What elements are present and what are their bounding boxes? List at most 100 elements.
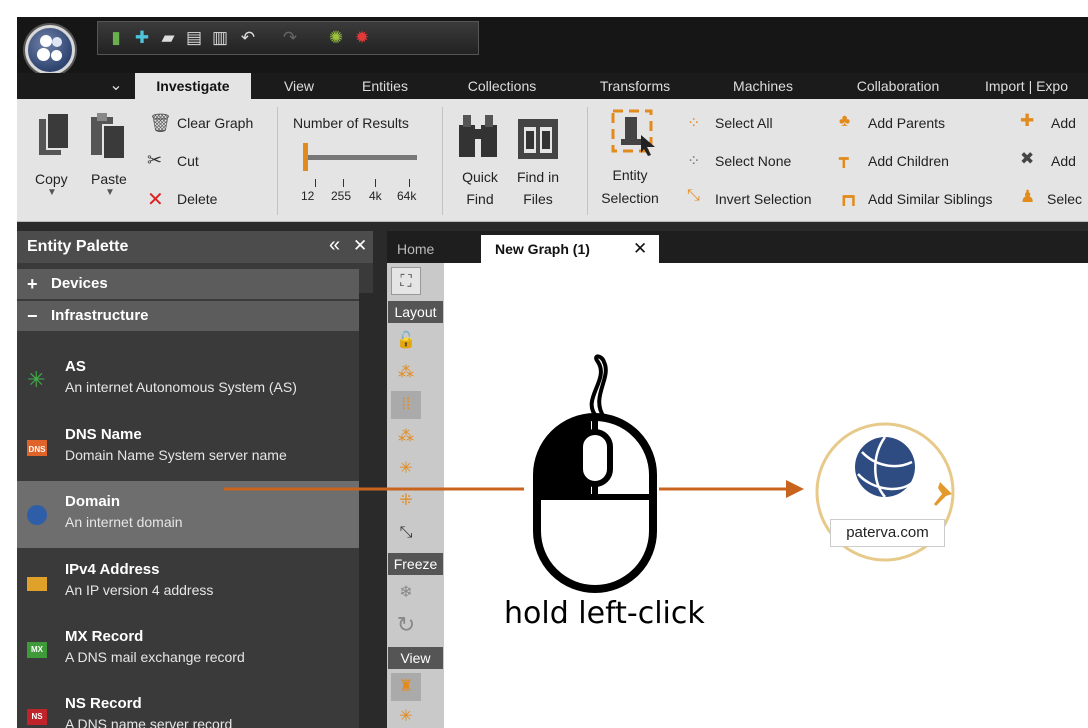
- circular-layout-icon[interactable]: ✳: [391, 455, 421, 483]
- collapse-category-icon: −: [27, 306, 38, 326]
- paste-dropdown-icon[interactable]: ▼: [105, 187, 115, 198]
- add-parents-button[interactable]: Add Parents: [868, 115, 945, 131]
- dns-icon: DNS: [27, 440, 47, 456]
- new-graph-icon[interactable]: ▮: [106, 28, 126, 48]
- undo-icon[interactable]: ↶: [238, 28, 258, 48]
- entity-selection-icon[interactable]: [611, 109, 659, 157]
- interactive-layout-icon[interactable]: ⤡: [391, 519, 421, 547]
- redo-icon[interactable]: ↷: [280, 28, 300, 48]
- results-slider-thumb[interactable]: [303, 143, 308, 171]
- tab-entities[interactable]: Entities: [347, 73, 423, 99]
- app-logo-icon[interactable]: [25, 25, 75, 75]
- delete-x-icon: ✕: [147, 189, 164, 211]
- item-title: DNS Name: [65, 426, 142, 443]
- palette-item-domain[interactable]: Domain An internet domain: [17, 481, 359, 548]
- tab-import-export[interactable]: Import | Expo: [985, 73, 1088, 99]
- item-subtitle: An internet domain: [65, 514, 183, 530]
- select-none-icon: ⁘: [687, 153, 701, 170]
- tab-new-graph[interactable]: New Graph (1) ✕: [481, 235, 659, 263]
- select-all-icon: ⁘: [687, 115, 701, 132]
- view-mode-icon[interactable]: ♜: [391, 673, 421, 701]
- title-bar: ▮ ✚ ▰ ▤ ▥ ↶ ↷ ✺ ✹: [17, 17, 1088, 75]
- block-layout-icon[interactable]: ⁂: [391, 359, 421, 387]
- find-in-files-label-2[interactable]: Files: [513, 191, 563, 207]
- category-label: Devices: [51, 275, 108, 292]
- tab-investigate[interactable]: Investigate: [135, 73, 251, 99]
- refresh-icon[interactable]: ↻: [391, 611, 421, 639]
- item-title: AS: [65, 358, 86, 375]
- paste-icon: [91, 113, 126, 160]
- add-children-icon: ┳: [839, 151, 849, 168]
- new-entity-icon[interactable]: ✚: [132, 28, 152, 48]
- tick-label: 255: [331, 189, 352, 203]
- save-icon[interactable]: ▤: [184, 28, 204, 48]
- select-none-button[interactable]: Select None: [715, 153, 791, 169]
- machine-icon[interactable]: ✹: [352, 28, 372, 48]
- palette-header: Entity Palette « ✕: [17, 231, 373, 263]
- view-layout-icon[interactable]: ✳: [391, 703, 421, 728]
- entity-node-label[interactable]: paterva.com: [830, 519, 945, 547]
- add-button-1[interactable]: Add: [1051, 115, 1076, 131]
- grid-layout-icon[interactable]: ⁞⁞: [391, 391, 421, 419]
- paste-button[interactable]: Paste: [91, 171, 127, 187]
- palette-item-ns-record[interactable]: NS NS Record A DNS name server record: [17, 683, 359, 728]
- entity-selection-label-1[interactable]: Entity: [609, 167, 651, 183]
- mx-icon: MX: [27, 642, 47, 658]
- tab-collections[interactable]: Collections: [449, 73, 555, 99]
- add-siblings-icon: ┏┓: [839, 189, 859, 206]
- organic-layout-icon[interactable]: ⁜: [391, 487, 421, 515]
- tab-label: New Graph (1): [495, 241, 590, 257]
- select-button[interactable]: Selec: [1047, 191, 1082, 207]
- item-title: Domain: [65, 493, 121, 510]
- category-infrastructure[interactable]: − Infrastructure: [17, 301, 359, 331]
- invert-selection-button[interactable]: Invert Selection: [715, 191, 812, 207]
- tab-home[interactable]: Home: [397, 241, 434, 257]
- add-button-2[interactable]: Add: [1051, 153, 1076, 169]
- palette-item-as[interactable]: ✳ AS An internet Autonomous System (AS): [17, 346, 359, 413]
- find-in-files-label-1[interactable]: Find in: [513, 169, 563, 185]
- expand-icon: +: [27, 274, 38, 294]
- copy-dropdown-icon[interactable]: ▼: [47, 187, 57, 198]
- transform-icon[interactable]: ✺: [326, 28, 346, 48]
- quick-find-label-2[interactable]: Find: [460, 191, 500, 207]
- document-tab-bar: Home New Graph (1) ✕: [387, 231, 1088, 263]
- fit-view-icon[interactable]: ⛶: [391, 267, 421, 295]
- close-icon[interactable]: ✕: [353, 236, 367, 256]
- open-folder-icon[interactable]: ▰: [158, 28, 178, 48]
- palette-item-dns-name[interactable]: DNS DNS Name Domain Name System server n…: [17, 414, 359, 481]
- quick-access-toolbar: ▮ ✚ ▰ ▤ ▥ ↶ ↷ ✺ ✹: [97, 21, 479, 55]
- results-slider-track[interactable]: [305, 155, 417, 160]
- graph-toolbar: ⛶ Layout 🔓 ⁂ ⁞⁞ ⁂ ✳ ⁜ ⤡ Freeze ❄ ↻ View …: [387, 263, 444, 728]
- item-subtitle: Domain Name System server name: [65, 447, 287, 463]
- binoculars-icon: [459, 115, 497, 157]
- entity-selection-label-2[interactable]: Selection: [599, 190, 661, 206]
- palette-item-ipv4-address[interactable]: IPv4 Address An IP version 4 address: [17, 549, 359, 616]
- cut-button[interactable]: Cut: [177, 153, 199, 169]
- close-tab-icon[interactable]: ✕: [633, 239, 647, 259]
- tab-view[interactable]: View: [267, 73, 331, 99]
- tab-machines[interactable]: Machines: [715, 73, 811, 99]
- hierarchical-layout-icon[interactable]: ⁂: [391, 423, 421, 451]
- item-subtitle: A DNS name server record: [65, 716, 233, 728]
- copy-icon: [39, 112, 70, 155]
- collapse-icon[interactable]: «: [329, 234, 340, 257]
- category-devices[interactable]: + Devices: [17, 269, 359, 299]
- palette-item-mx-record[interactable]: MX MX Record A DNS mail exchange record: [17, 616, 359, 683]
- tab-collaboration[interactable]: Collaboration: [833, 73, 963, 99]
- delete-button[interactable]: Delete: [177, 191, 217, 207]
- palette-scrollbar[interactable]: [359, 293, 373, 728]
- graph-canvas[interactable]: [444, 263, 1088, 728]
- freeze-icon[interactable]: ❄: [391, 579, 421, 607]
- tick-label: 64k: [397, 189, 417, 203]
- select-all-button[interactable]: Select All: [715, 115, 773, 131]
- chevron-down-icon[interactable]: ⌄: [101, 73, 131, 99]
- copy-button[interactable]: Copy: [35, 171, 68, 187]
- add-children-button[interactable]: Add Children: [868, 153, 949, 169]
- add-similar-siblings-button[interactable]: Add Similar Siblings: [868, 191, 993, 207]
- lock-layout-icon[interactable]: 🔓: [391, 327, 421, 355]
- clear-graph-button[interactable]: Clear Graph: [177, 115, 253, 131]
- tab-transforms[interactable]: Transforms: [583, 73, 687, 99]
- save-all-icon[interactable]: ▥: [210, 28, 230, 48]
- quick-find-label-1[interactable]: Quick: [460, 169, 500, 185]
- category-label: Infrastructure: [51, 307, 149, 324]
